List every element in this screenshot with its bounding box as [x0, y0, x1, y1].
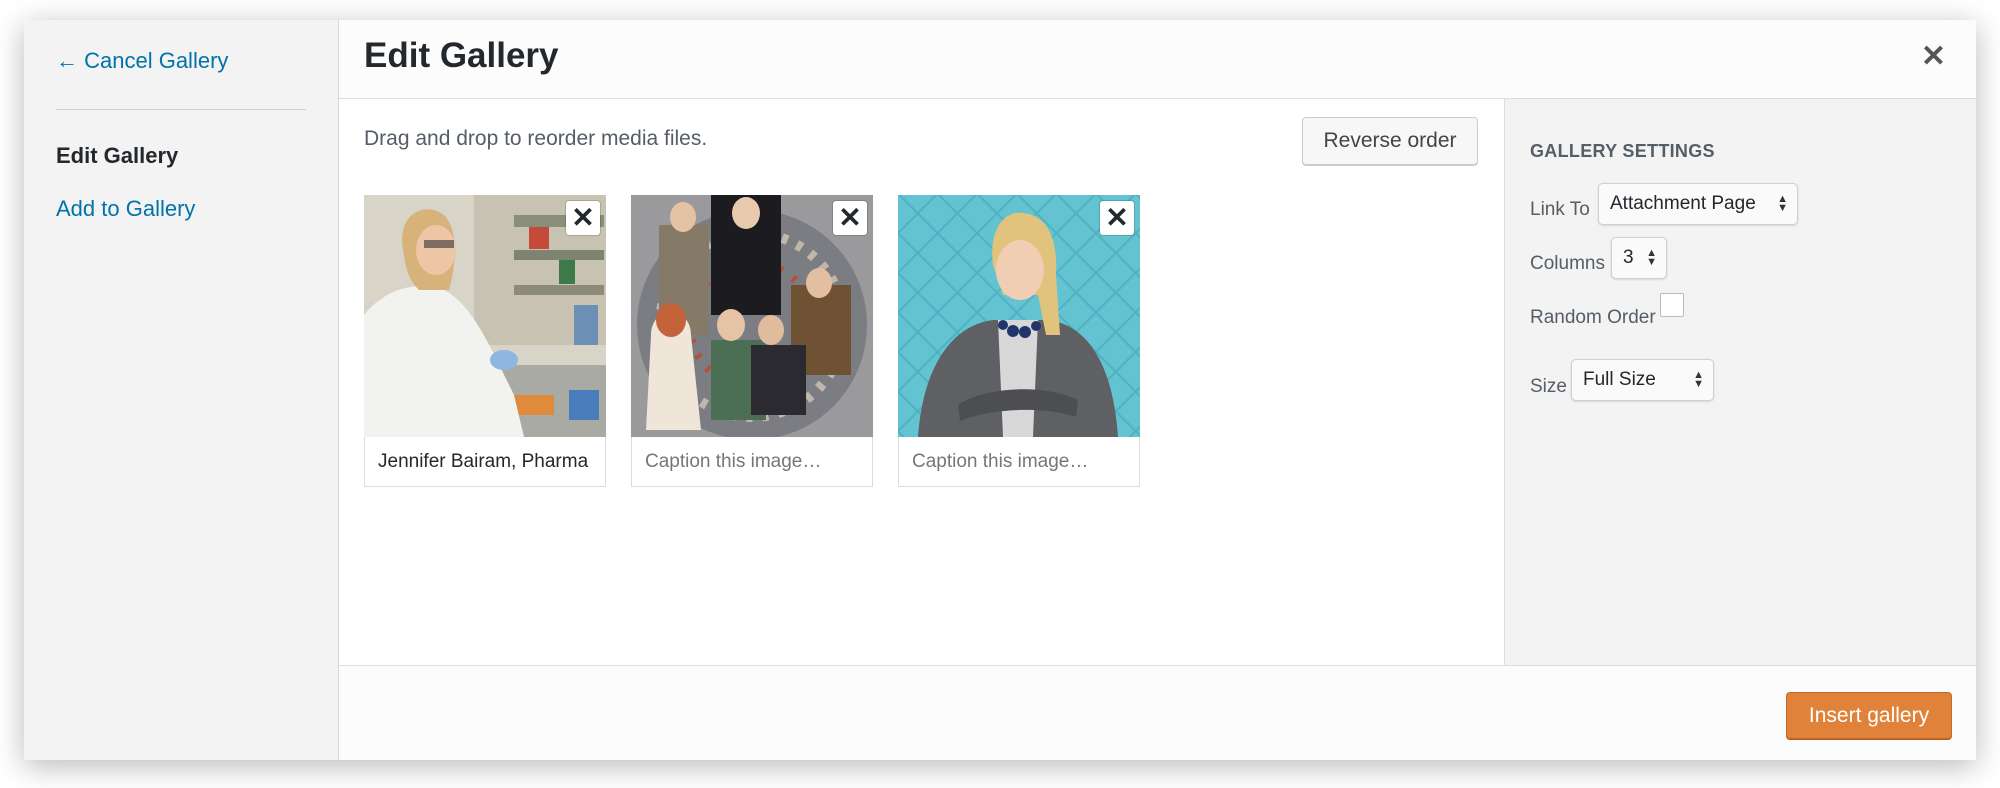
gallery-settings-sidebar: Gallery Settings Link To Attachment Page…: [1504, 99, 1976, 665]
modal-title-bar: Edit Gallery ✕: [339, 20, 1976, 99]
columns-select[interactable]: 3 ▲ ▼: [1611, 237, 1667, 279]
modal-toolbar: Insert gallery: [339, 665, 1976, 760]
remove-attachment-button[interactable]: ✕: [833, 201, 867, 235]
size-value: Full Size: [1583, 369, 1656, 390]
settings-title: Gallery Settings: [1530, 141, 1715, 161]
select-arrows-icon: ▲ ▼: [1777, 193, 1788, 214]
gallery-attachment[interactable]: ✕: [631, 195, 873, 487]
insert-gallery-button[interactable]: Insert gallery: [1786, 692, 1952, 739]
caption-input[interactable]: [898, 437, 1140, 487]
gallery-content: Drag and drop to reorder media files. Re…: [339, 99, 1504, 665]
size-select[interactable]: Full Size ▲ ▼: [1571, 359, 1714, 401]
gallery-attachment[interactable]: ✕: [364, 195, 606, 487]
random-order-label: Random Order: [1530, 307, 1656, 328]
menu-separator: [56, 109, 306, 110]
attachment-thumbnail[interactable]: ✕: [631, 195, 873, 437]
menu-item-add-to-gallery[interactable]: Add to Gallery: [56, 196, 195, 222]
link-to-value: Attachment Page: [1610, 193, 1756, 214]
columns-value: 3: [1623, 247, 1634, 268]
select-arrows-icon: ▲ ▼: [1693, 369, 1704, 390]
close-icon: ✕: [1105, 202, 1129, 233]
attachment-thumbnail[interactable]: ✕: [364, 195, 606, 437]
remove-attachment-button[interactable]: ✕: [566, 201, 600, 235]
close-icon[interactable]: ✕: [1921, 42, 1946, 72]
reverse-order-button[interactable]: Reverse order: [1302, 117, 1478, 165]
page-title: Edit Gallery: [364, 36, 559, 75]
columns-label: Columns: [1530, 253, 1605, 274]
media-modal: ← Cancel Gallery Edit Gallery Add to Gal…: [24, 20, 1976, 760]
media-menu: ← Cancel Gallery Edit Gallery Add to Gal…: [24, 20, 339, 760]
select-arrows-icon: ▲ ▼: [1646, 247, 1657, 268]
attachment-thumbnail[interactable]: ✕: [898, 195, 1140, 437]
gallery-attachment[interactable]: ✕: [898, 195, 1140, 487]
reorder-hint: Drag and drop to reorder media files.: [364, 127, 708, 150]
link-to-select[interactable]: Attachment Page ▲ ▼: [1598, 183, 1798, 225]
menu-item-edit-gallery[interactable]: Edit Gallery: [56, 143, 178, 169]
close-icon: ✕: [838, 202, 862, 233]
remove-attachment-button[interactable]: ✕: [1100, 201, 1134, 235]
cancel-gallery-link[interactable]: ← Cancel Gallery: [56, 48, 228, 74]
close-icon: ✕: [571, 202, 595, 233]
caption-input[interactable]: [364, 437, 606, 487]
caption-input[interactable]: [631, 437, 873, 487]
link-to-label: Link To: [1530, 199, 1590, 220]
size-label: Size: [1530, 376, 1567, 397]
random-order-checkbox[interactable]: [1660, 293, 1684, 317]
